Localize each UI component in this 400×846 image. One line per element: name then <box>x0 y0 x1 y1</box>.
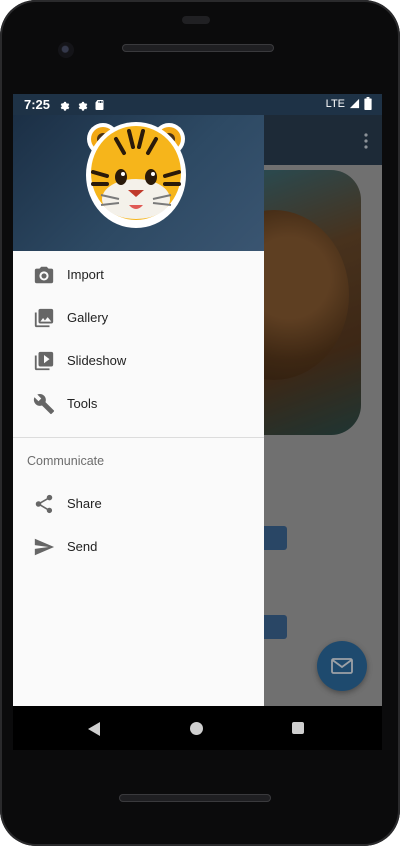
gear-icon <box>60 101 70 111</box>
sd-card-icon <box>95 99 104 110</box>
screen: 7:25 LTE Import Gallery Slideshow Tools … <box>13 94 382 706</box>
home-icon[interactable] <box>190 722 203 735</box>
menu-item-label: Import <box>67 267 104 282</box>
back-icon[interactable] <box>87 721 101 737</box>
send-icon <box>34 538 55 555</box>
front-camera <box>58 42 74 58</box>
phone-frame: 7:25 LTE Import Gallery Slideshow Tools … <box>0 0 400 846</box>
status-right-group: LTE <box>326 97 372 110</box>
menu-item-share[interactable]: Share <box>13 482 264 525</box>
system-navigation-bar <box>13 706 382 750</box>
menu-item-label: Send <box>67 539 98 554</box>
drawer-divider <box>13 437 264 438</box>
earpiece-speaker <box>122 44 274 52</box>
signal-icon <box>349 98 360 109</box>
gear-icon <box>78 101 88 111</box>
menu-item-label: Share <box>67 496 102 511</box>
network-type: LTE <box>325 97 345 110</box>
menu-item-tools[interactable]: Tools <box>13 382 264 425</box>
top-slot <box>182 16 210 24</box>
slideshow-icon <box>34 351 54 370</box>
menu-item-gallery[interactable]: Gallery <box>13 296 264 339</box>
status-bar: 7:25 LTE <box>13 94 382 115</box>
status-time: 7:25 <box>24 97 51 112</box>
menu-item-label: Gallery <box>67 310 109 325</box>
wrench-icon <box>33 393 55 414</box>
bottom-speaker <box>119 794 271 802</box>
camera-icon <box>34 266 54 283</box>
navigation-drawer: Import Gallery Slideshow Tools Communica… <box>13 115 264 706</box>
menu-item-send[interactable]: Send <box>13 525 264 568</box>
menu-item-import[interactable]: Import <box>13 253 264 296</box>
menu-item-label: Slideshow <box>67 353 127 368</box>
battery-icon <box>364 97 372 110</box>
tiger-avatar-icon <box>86 122 186 228</box>
communicate-section-title: Communicate <box>27 454 105 468</box>
recents-icon[interactable] <box>292 722 304 734</box>
gallery-icon <box>34 308 54 327</box>
menu-item-label: Tools <box>67 396 98 411</box>
share-icon <box>35 494 53 513</box>
drawer-header <box>13 115 264 251</box>
menu-item-slideshow[interactable]: Slideshow <box>13 339 264 382</box>
